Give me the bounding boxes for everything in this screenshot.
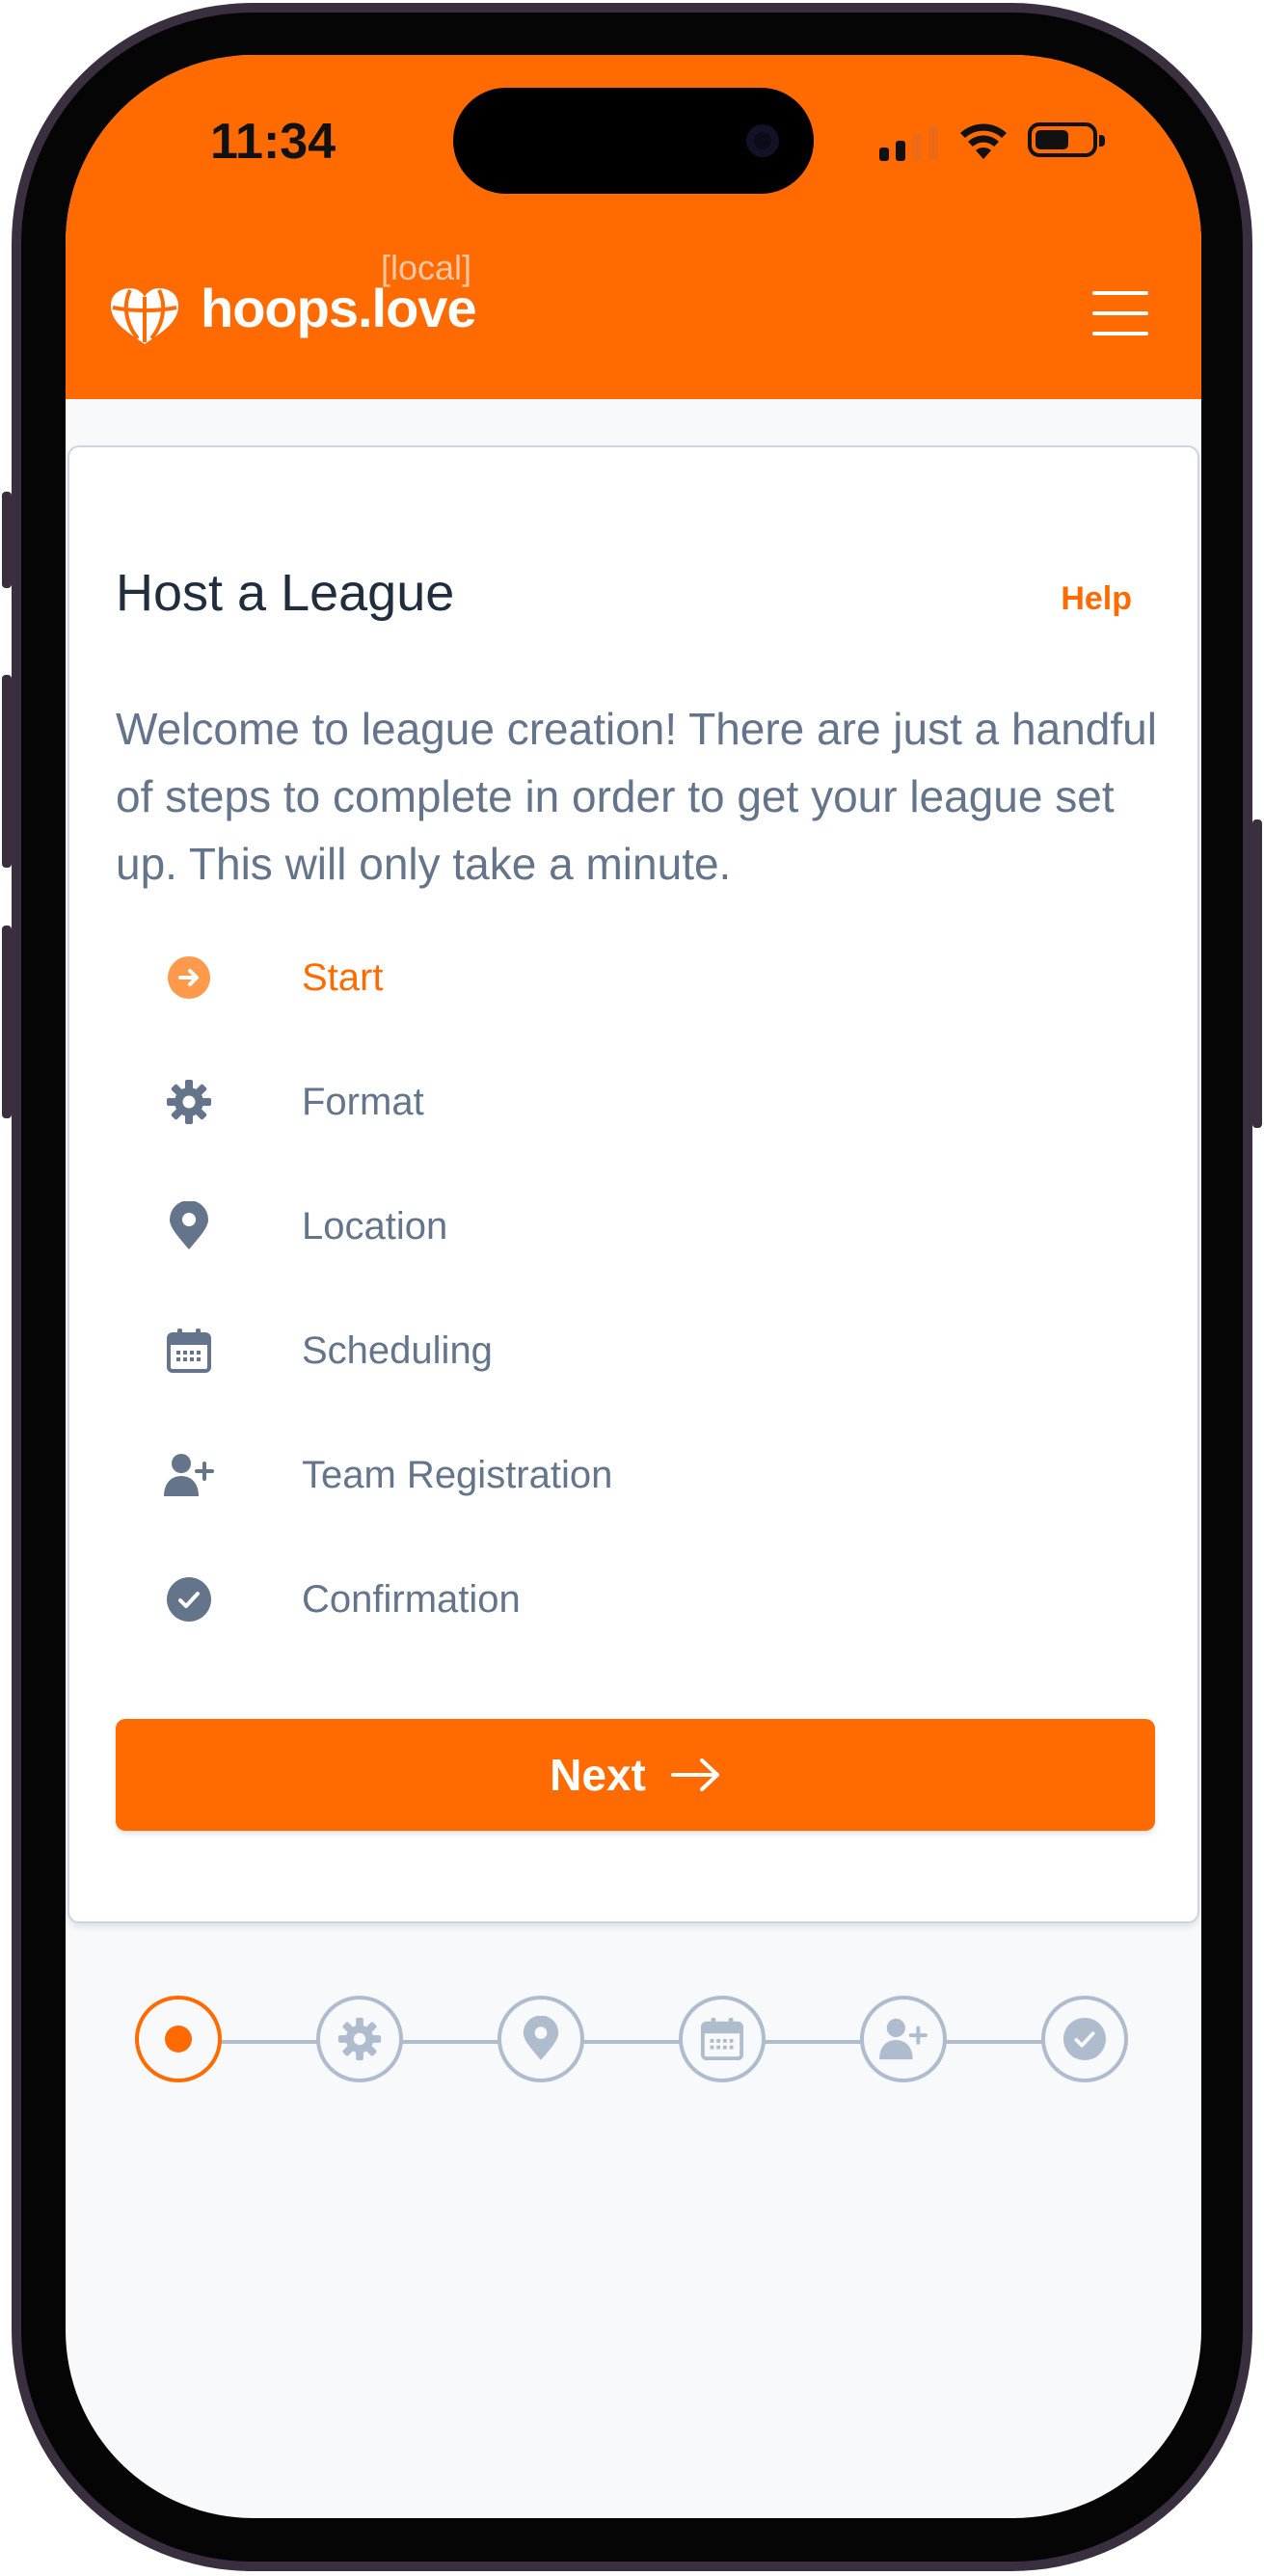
hoops-logo-icon xyxy=(111,288,178,344)
side-button-action xyxy=(2,492,12,588)
user-plus-icon xyxy=(879,2018,928,2060)
calendar-icon xyxy=(164,1326,214,1376)
hamburger-menu-icon[interactable] xyxy=(1092,291,1150,335)
map-pin-icon xyxy=(523,2016,559,2060)
gear-icon xyxy=(164,1077,214,1127)
user-plus-icon xyxy=(164,1450,214,1500)
step-item-format: Format xyxy=(164,1068,424,1136)
stepper-dot-confirmation[interactable] xyxy=(1041,1996,1128,2082)
check-circle-icon xyxy=(1062,2017,1107,2061)
stepper-dot-scheduling[interactable] xyxy=(679,1996,766,2082)
arrow-right-circle-icon xyxy=(164,953,214,1003)
step-item-location: Location xyxy=(164,1193,447,1260)
gear-icon xyxy=(337,2017,382,2061)
side-button-power xyxy=(1252,819,1262,1128)
menu-bar-top xyxy=(1092,291,1148,295)
battery-level xyxy=(1035,130,1068,149)
step-label: Scheduling xyxy=(302,1328,493,1372)
step-label: Team Registration xyxy=(302,1453,613,1496)
wifi-icon xyxy=(960,123,1007,159)
stepper-dot-team-registration[interactable] xyxy=(860,1996,947,2082)
cellular-signal-icon xyxy=(879,124,938,161)
status-time: 11:34 xyxy=(210,114,336,170)
arrow-right-icon xyxy=(670,1758,719,1791)
intro-text: Welcome to league creation! There are ju… xyxy=(116,704,1157,889)
side-button-volume-down xyxy=(2,926,12,1118)
step-label: Location xyxy=(302,1204,448,1248)
calendar-icon xyxy=(700,2017,744,2061)
battery-icon xyxy=(1028,122,1105,157)
step-item-team-registration: Team Registration xyxy=(164,1441,612,1509)
stepper-dot-location[interactable] xyxy=(498,1996,584,2082)
camera-icon xyxy=(746,124,779,157)
check-circle-icon xyxy=(164,1574,214,1624)
step-label: Format xyxy=(302,1080,424,1123)
step-item-start: Start xyxy=(164,944,383,1011)
dynamic-island xyxy=(453,88,814,194)
stepper-dot-format[interactable] xyxy=(316,1996,403,2082)
step-label: Confirmation xyxy=(302,1577,521,1621)
top-bar: 11:34 hoops.love [local] xyxy=(66,55,1201,399)
side-button-volume-up xyxy=(2,675,12,868)
step-label: Start xyxy=(302,955,384,999)
step-item-confirmation: Confirmation xyxy=(164,1566,521,1633)
step-item-scheduling: Scheduling xyxy=(164,1317,493,1384)
help-link[interactable]: Help xyxy=(1061,580,1132,618)
battery-nub xyxy=(1099,135,1105,147)
next-button[interactable]: Next xyxy=(116,1719,1155,1831)
page-title: Host a League xyxy=(116,564,455,622)
environment-tag: [local] xyxy=(381,248,472,287)
screen: 11:34 hoops.love [local] Host a League H… xyxy=(66,55,1201,2518)
next-button-label: Next xyxy=(550,1750,646,1800)
stepper-dot-start[interactable] xyxy=(135,1996,222,2082)
progress-stepper xyxy=(135,1996,1147,2088)
map-pin-icon xyxy=(164,1201,214,1251)
league-wizard-card: Host a League Help Welcome to league cre… xyxy=(67,445,1199,1923)
menu-bar-middle xyxy=(1092,311,1148,315)
current-step-dot-icon xyxy=(165,2026,192,2053)
menu-bar-bottom xyxy=(1092,332,1148,335)
